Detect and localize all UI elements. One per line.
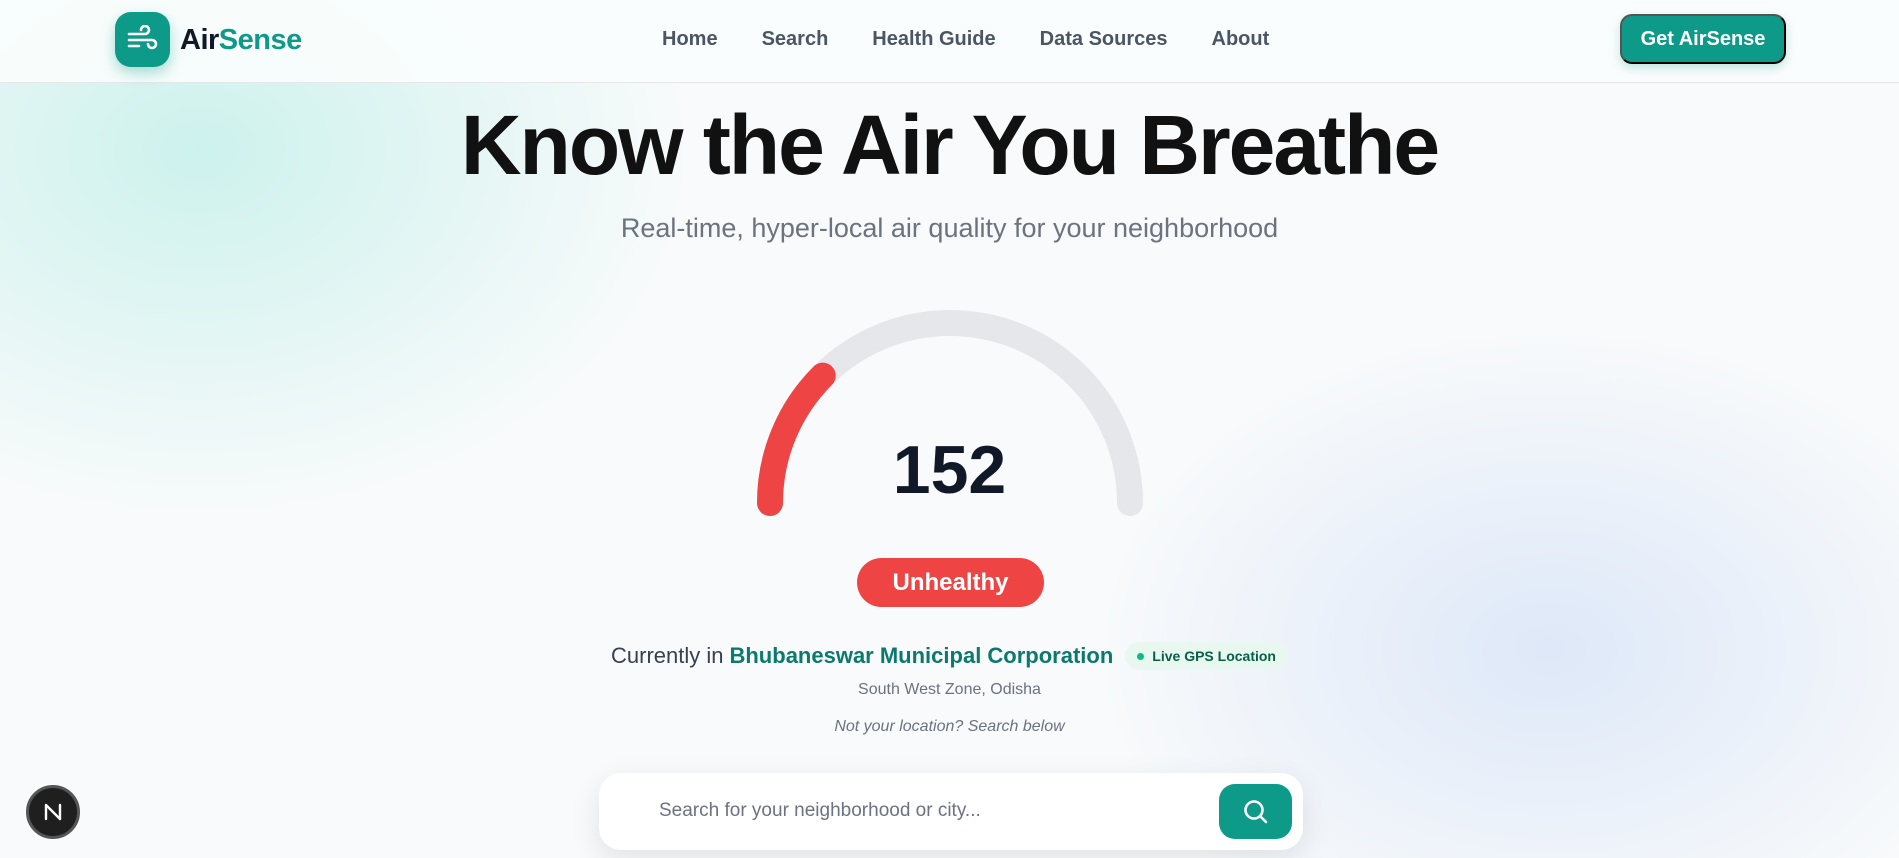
nav-link-health-guide[interactable]: Health Guide xyxy=(850,22,1017,56)
search-input[interactable] xyxy=(659,791,1199,831)
search-button[interactable] xyxy=(1219,784,1292,839)
aqi-status-badge: Unhealthy xyxy=(857,558,1044,607)
get-airsense-button[interactable]: Get AirSense xyxy=(1620,14,1786,64)
brand-name-air: Air xyxy=(180,23,219,56)
hero-subtitle: Real-time, hyper-local air quality for y… xyxy=(620,213,1279,243)
nav-link-home[interactable]: Home xyxy=(640,22,740,56)
not-your-location-hint: Not your location? Search below xyxy=(834,718,1065,735)
live-dot-icon xyxy=(1137,652,1145,660)
aqi-value: 152 xyxy=(892,432,1007,508)
nav-link-about[interactable]: About xyxy=(1190,22,1292,56)
search-icon xyxy=(1243,799,1267,823)
location-name: Bhubaneswar Municipal Corporation xyxy=(729,643,1114,668)
wind-icon xyxy=(127,24,157,49)
top-navbar: Air Sense Home Search Health Guide Data S… xyxy=(0,0,1899,83)
nav-link-data-sources[interactable]: Data Sources xyxy=(1018,22,1190,56)
search-box xyxy=(599,773,1303,850)
live-gps-label: Live GPS Location xyxy=(1152,648,1276,664)
brand-name-sense: Sense xyxy=(218,23,302,56)
n-logo-icon xyxy=(44,803,62,821)
nav-links: Home Search Health Guide Data Sources Ab… xyxy=(640,22,1291,56)
location-zone: South West Zone, Odisha xyxy=(858,681,1041,698)
logo-badge[interactable] xyxy=(115,12,170,67)
location-prefix: Currently in xyxy=(611,643,724,668)
hero-title: Know the Air You Breathe xyxy=(460,98,1440,192)
current-location: Currently in Bhubaneswar Municipal Corpo… xyxy=(0,641,1899,671)
brand-name[interactable]: Air Sense xyxy=(180,22,302,58)
live-gps-badge: Live GPS Location xyxy=(1125,642,1288,670)
dev-tools-badge[interactable] xyxy=(26,785,80,839)
nav-link-search[interactable]: Search xyxy=(740,22,851,56)
